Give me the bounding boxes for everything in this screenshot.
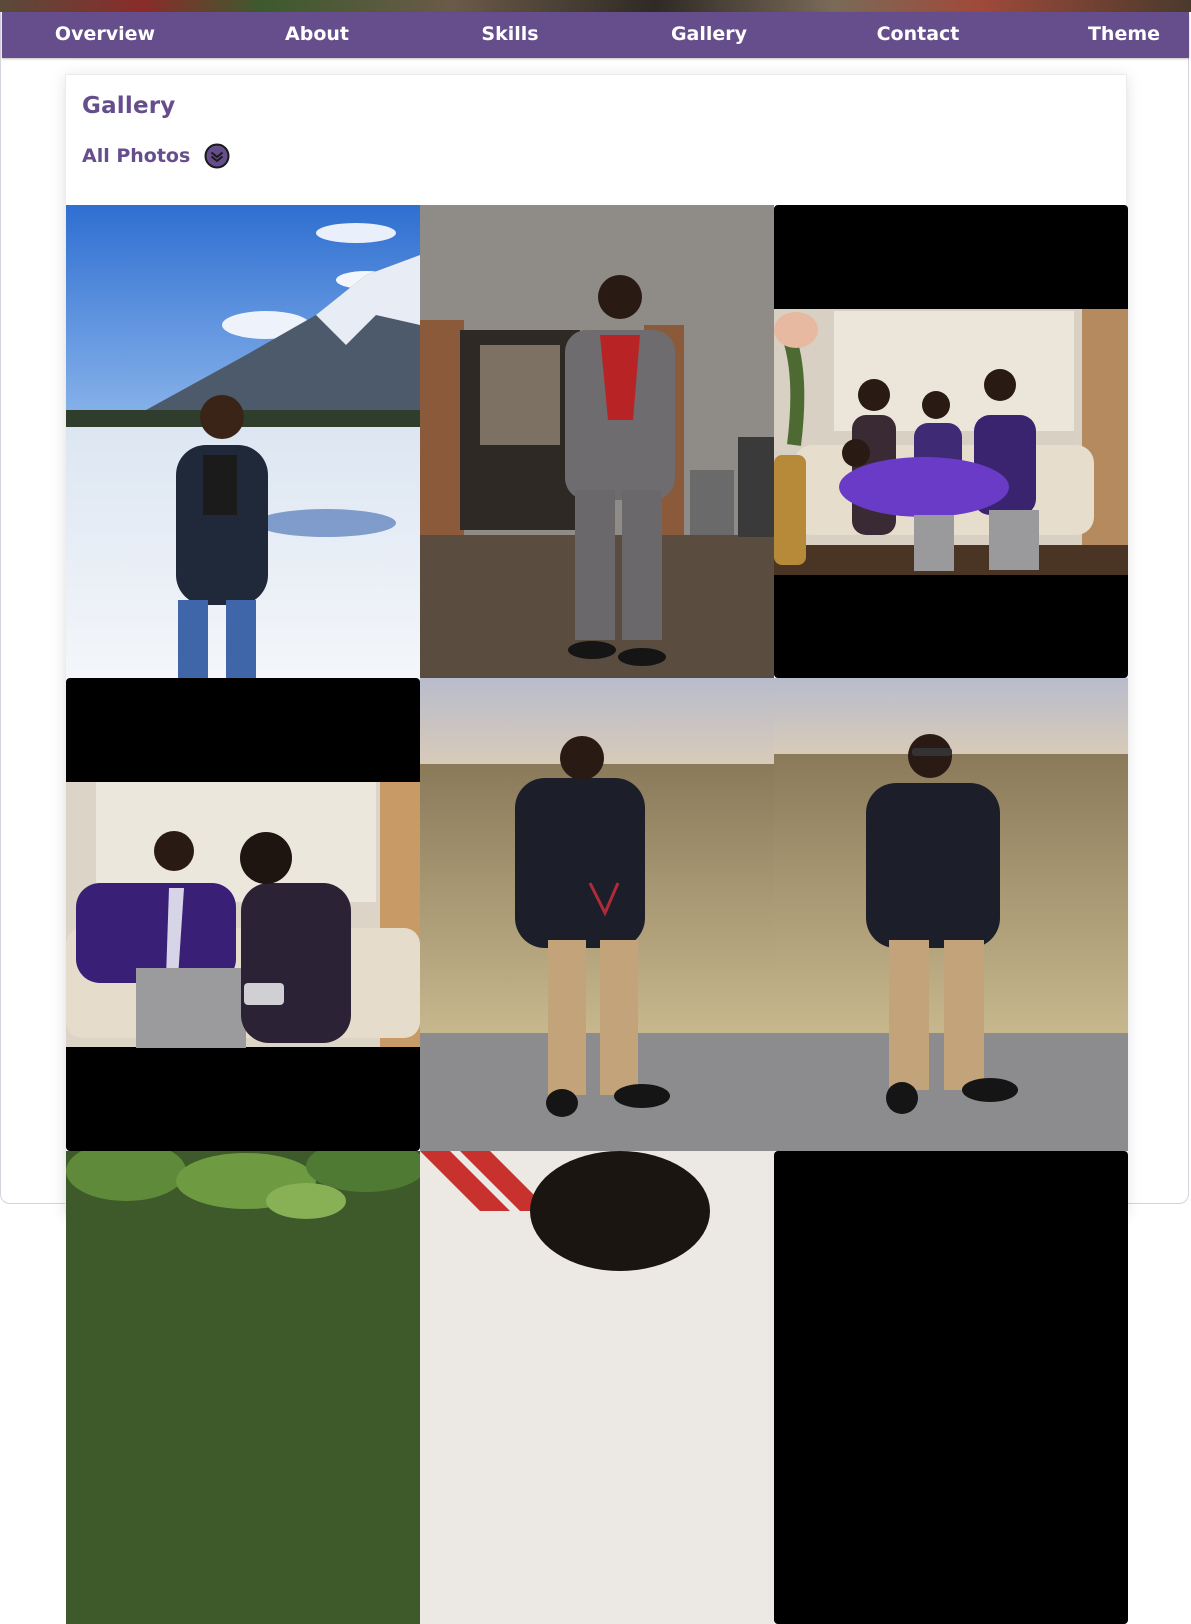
chevron-down-circle-icon[interactable]: [204, 143, 230, 169]
filter-label: All Photos: [82, 145, 191, 167]
photo-mountain-snow[interactable]: [66, 205, 420, 678]
nav-skills[interactable]: Skills: [481, 12, 538, 58]
nav-theme[interactable]: Theme: [1088, 12, 1160, 58]
gallery-card: Gallery All Photos: [65, 74, 1128, 1624]
photo-portrait-red-stripes[interactable]: [420, 1151, 774, 1624]
photo-letterboxed[interactable]: [774, 1151, 1128, 1624]
nav-gallery[interactable]: Gallery: [671, 12, 747, 58]
photo-field-holding-glasses[interactable]: [420, 678, 774, 1151]
top-navbar: Overview About Skills Gallery Contact Th…: [2, 12, 1189, 58]
hero-image-strip: [0, 0, 1191, 12]
nav-contact[interactable]: Contact: [877, 12, 960, 58]
photo-plant-leaves[interactable]: [66, 1151, 420, 1624]
photo-suit-red-shirt[interactable]: [420, 205, 774, 678]
photo-filter-dropdown[interactable]: All Photos: [82, 143, 230, 169]
photo-family-couch[interactable]: [774, 205, 1128, 678]
photo-couple-couch[interactable]: [66, 678, 420, 1151]
gallery-title: Gallery: [82, 93, 176, 119]
nav-overview[interactable]: Overview: [55, 12, 155, 58]
photo-field-sunglasses[interactable]: [774, 678, 1128, 1151]
nav-about[interactable]: About: [285, 12, 349, 58]
